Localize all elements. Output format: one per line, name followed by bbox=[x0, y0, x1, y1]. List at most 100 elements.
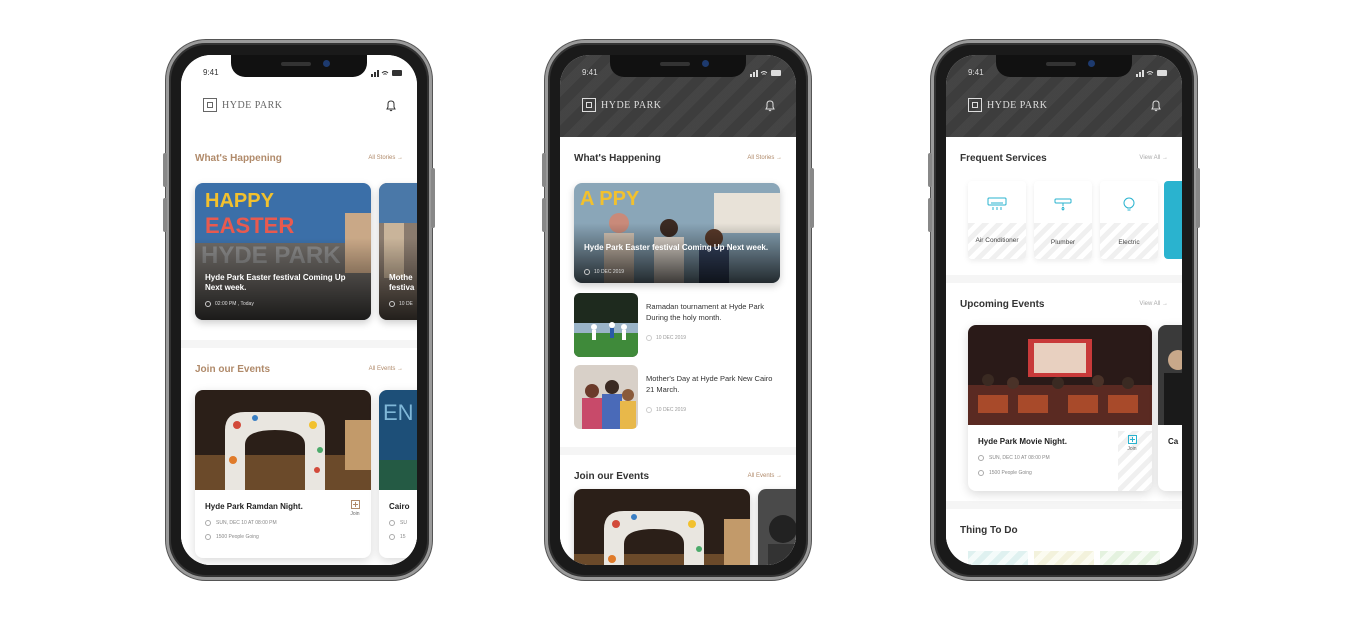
join-button[interactable]: Join bbox=[1124, 435, 1140, 452]
all-stories-link[interactable]: All Stories → bbox=[368, 155, 403, 161]
thing-card[interactable] bbox=[1034, 551, 1094, 565]
bell-icon[interactable] bbox=[764, 99, 776, 112]
air-conditioner-icon bbox=[987, 197, 1007, 210]
story-meta: 10 DE bbox=[389, 301, 413, 307]
section-title: What's Happening bbox=[574, 153, 661, 164]
thing-card[interactable] bbox=[1100, 551, 1160, 565]
notch bbox=[996, 55, 1132, 77]
clock-icon bbox=[389, 520, 395, 526]
people-icon bbox=[978, 470, 984, 476]
clock-icon bbox=[205, 301, 211, 307]
main-content: Frequent Services View All → Air Conditi… bbox=[946, 137, 1182, 565]
frequent-services-section: Frequent Services View All → Air Conditi… bbox=[946, 137, 1182, 275]
all-events-link[interactable]: All Events → bbox=[369, 366, 403, 372]
event-image bbox=[758, 489, 796, 565]
brand-name: HYDE PARK bbox=[222, 99, 283, 111]
bell-icon[interactable] bbox=[385, 99, 397, 112]
service-label: Plumber bbox=[1050, 239, 1076, 246]
plus-square-icon bbox=[1127, 435, 1137, 444]
svg-text:A PPY: A PPY bbox=[580, 188, 640, 210]
join-button[interactable]: Join bbox=[347, 500, 363, 517]
whats-happening-section: What's Happening All Stories → A PPY Hyd… bbox=[560, 137, 796, 447]
ramadan-night-image bbox=[195, 390, 371, 490]
service-scroll-edge bbox=[1164, 181, 1182, 259]
phone-screen: 9:41 HYDE PARK Frequent Services View Al… bbox=[946, 55, 1182, 565]
all-stories-link[interactable]: All Stories → bbox=[747, 155, 782, 161]
story-title: Hyde Park Easter festival Coming Up Next… bbox=[584, 243, 769, 252]
view-all-events-link[interactable]: View All → bbox=[1139, 301, 1168, 307]
event-card[interactable]: Hyde Park Movie Night. SUN, DEC 10 AT 08… bbox=[968, 325, 1152, 491]
event-going: 1500 People Going bbox=[978, 470, 1032, 476]
event-card[interactable]: Hyde Park Ramdan Night. SUN, DEC 10 AT 0… bbox=[195, 390, 371, 558]
section-title: Upcoming Events bbox=[960, 299, 1045, 310]
clock-icon bbox=[389, 301, 395, 307]
service-label: Air Conditioner bbox=[975, 237, 1019, 244]
bell-icon[interactable] bbox=[1150, 99, 1162, 112]
brand-name: HYDE PARK bbox=[987, 99, 1048, 111]
clock-icon bbox=[978, 455, 984, 461]
story-title: Mothe festiva bbox=[389, 273, 415, 292]
svg-text:EASTER: EASTER bbox=[205, 213, 294, 238]
phone-mockup-2: 9:41 HYDE PARK What's Happening All Stor… bbox=[542, 40, 814, 580]
section-title: Frequent Services bbox=[960, 153, 1047, 164]
phone-screen: 9:41 HYDE PARK What's Happening All Stor… bbox=[560, 55, 796, 565]
ramadan-tournament-image bbox=[574, 293, 638, 357]
event-image: EN bbox=[379, 390, 417, 490]
signal-wifi-battery-icon bbox=[750, 70, 781, 77]
section-title: Join our Events bbox=[195, 364, 271, 375]
story-meta: 02:00 PM , Today bbox=[205, 301, 254, 307]
things-to-do-section: Thing To Do bbox=[946, 509, 1182, 565]
section-title: Join our Events bbox=[574, 471, 650, 482]
list-item[interactable]: Ramadan tournament at Hyde Park During t… bbox=[574, 293, 782, 357]
signal-wifi-battery-icon bbox=[371, 70, 402, 77]
svg-text:EN: EN bbox=[383, 400, 414, 425]
hyde-park-logo-icon bbox=[203, 98, 217, 112]
event-date: SU bbox=[389, 520, 407, 526]
service-air-conditioner[interactable]: Air Conditioner bbox=[968, 181, 1026, 259]
event-date: SUN, DEC 10 AT 08:00 PM bbox=[205, 520, 277, 526]
hyde-park-logo[interactable]: HYDE PARK bbox=[582, 97, 662, 113]
thing-card[interactable] bbox=[968, 551, 1028, 565]
status-time: 9:41 bbox=[968, 68, 984, 77]
mothers-day-image bbox=[574, 365, 638, 429]
event-card[interactable] bbox=[574, 489, 750, 565]
plus-square-icon bbox=[350, 500, 360, 509]
service-plumber[interactable]: Plumber bbox=[1034, 181, 1092, 259]
event-going: 1500 People Going bbox=[205, 534, 259, 540]
section-title: What's Happening bbox=[195, 153, 282, 164]
phone-screen: 9:41 HYDE PARK What's Happening All Stor… bbox=[181, 55, 417, 565]
story-card[interactable]: HAPPY EASTER HYDE PARK Hyde Park Easter … bbox=[195, 183, 371, 320]
event-going: 15 bbox=[389, 534, 406, 540]
story-card[interactable]: A PPY Hyde Park Easter festival Coming U… bbox=[574, 183, 780, 283]
hyde-park-logo[interactable]: HYDE PARK bbox=[968, 97, 1048, 113]
event-card[interactable]: Ca bbox=[1158, 325, 1182, 491]
list-item-meta: 10 DEC 2019 bbox=[646, 335, 686, 341]
service-electric[interactable]: Electric bbox=[1100, 181, 1158, 259]
story-card[interactable]: Mothe festiva 10 DE bbox=[379, 183, 417, 320]
whats-happening-section: What's Happening All Stories → HAPPY EAS… bbox=[181, 137, 417, 340]
event-card[interactable]: EN Cairo SU 15 bbox=[379, 390, 417, 558]
status-time: 9:41 bbox=[582, 68, 598, 77]
hyde-park-logo[interactable]: HYDE PARK bbox=[203, 97, 283, 113]
movie-night-image bbox=[968, 325, 1152, 425]
list-item-title: Mother's Day at Hyde Park New Cairo 21 M… bbox=[646, 374, 773, 394]
section-title: Thing To Do bbox=[960, 525, 1018, 536]
event-card[interactable] bbox=[758, 489, 796, 565]
view-all-services-link[interactable]: View All → bbox=[1139, 155, 1168, 161]
clock-icon bbox=[646, 335, 652, 341]
phone-mockup-1: 9:41 HYDE PARK What's Happening All Stor… bbox=[163, 40, 435, 580]
clock-icon bbox=[646, 407, 652, 413]
main-content: What's Happening All Stories → HAPPY EAS… bbox=[181, 137, 417, 565]
join-events-section: Join our Events All Events → bbox=[560, 455, 796, 565]
notch bbox=[231, 55, 367, 77]
people-icon bbox=[389, 534, 395, 540]
all-events-link[interactable]: All Events → bbox=[748, 473, 782, 479]
hyde-park-logo-icon bbox=[582, 98, 596, 112]
list-item-meta: 10 DEC 2019 bbox=[646, 407, 686, 413]
list-item-title: Ramadan tournament at Hyde Park During t… bbox=[646, 302, 764, 322]
event-date: SUN, DEC 10 AT 08:00 PM bbox=[978, 455, 1050, 461]
svg-text:HAPPY: HAPPY bbox=[205, 190, 275, 212]
list-item[interactable]: Mother's Day at Hyde Park New Cairo 21 M… bbox=[574, 365, 782, 429]
join-events-section: Join our Events All Events → Hyde Park R… bbox=[181, 348, 417, 565]
signal-wifi-battery-icon bbox=[1136, 70, 1167, 77]
